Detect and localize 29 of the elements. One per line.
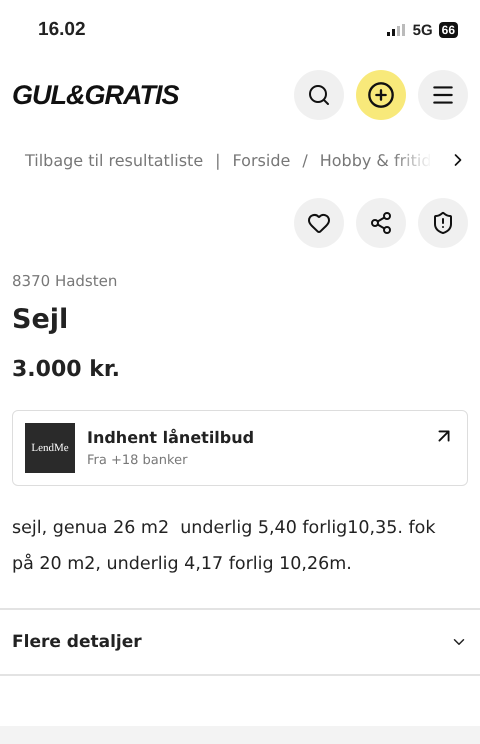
loan-subtitle: Fra +18 banker: [87, 453, 188, 468]
status-time: 16.02: [38, 19, 86, 41]
shield-alert-icon: [431, 211, 455, 235]
plus-circle-icon: [367, 81, 395, 109]
price: 3.000 kr.: [12, 357, 121, 382]
share-icon: [369, 211, 393, 235]
lender-logo: LendMe: [25, 423, 75, 473]
heart-icon: [307, 211, 331, 235]
menu-button[interactable]: [418, 70, 468, 120]
search-button[interactable]: [294, 70, 344, 120]
description: sejl, genua 26 m2 underlig 5,40 forlig10,35. fok på 20 m2, underlig 4,17 forlig 10,26m.: [12, 517, 437, 576]
battery-level: 66: [438, 22, 458, 38]
details-accordion[interactable]: Flere detaljer: [0, 608, 480, 676]
separator: /: [302, 150, 308, 170]
share-button[interactable]: [356, 198, 406, 248]
signal-icon: [386, 24, 407, 36]
add-button[interactable]: [356, 70, 406, 120]
search-icon: [307, 83, 331, 107]
listing-title: Sejl: [12, 304, 70, 335]
breadcrumb-link[interactable]: Forside: [232, 150, 290, 170]
back-link[interactable]: Tilbage til resultatliste: [25, 150, 204, 170]
separator: |: [215, 150, 221, 170]
loan-card[interactable]: LendMe Indhent lånetilbud Fra +18 banker: [12, 410, 468, 486]
logo[interactable]: GUL&GRATIS: [12, 80, 178, 110]
loan-title: Indhent lånetilbud: [87, 428, 256, 447]
report-button[interactable]: [418, 198, 468, 248]
network-label: 5G: [412, 22, 433, 38]
favorite-button[interactable]: [294, 198, 344, 248]
location: 8370 Hadsten: [12, 272, 118, 290]
